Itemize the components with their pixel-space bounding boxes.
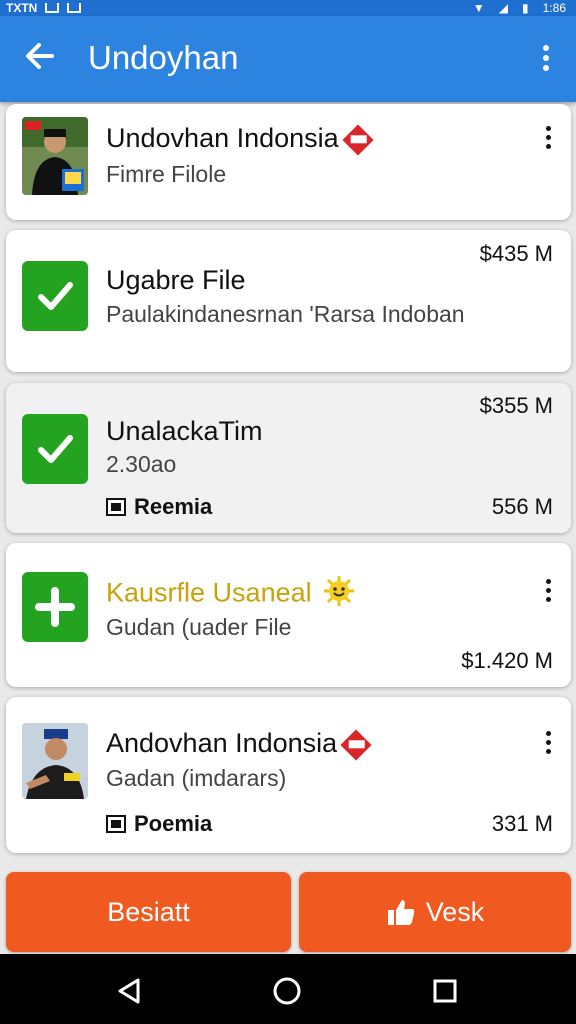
item-price: $355 M — [479, 393, 553, 418]
status-bar: TXTN ▼ ◢ ▮ 1:86 — [0, 0, 576, 16]
right-action-label: Vesk — [425, 896, 485, 927]
item-subtitle: Gudan (uader File — [106, 614, 292, 640]
app-bar: Undoyhan — [0, 16, 576, 102]
nav-home-icon[interactable] — [272, 976, 302, 1006]
thumbs-up-icon — [387, 900, 414, 925]
item-size: 331 M — [491, 811, 553, 836]
back-arrow-icon[interactable] — [22, 38, 58, 74]
item-price: $1.420 M — [461, 648, 553, 673]
item-menu-icon[interactable] — [543, 731, 553, 757]
left-action-label: Besiatt — [107, 896, 190, 927]
status-left-text: TXTN — [6, 1, 38, 15]
item-subtitle: Paulakindanesrnan 'Rarsa Indoban — [106, 301, 465, 327]
media-icon — [106, 815, 126, 833]
item-subtitle: Gadan (imdarars) — [106, 765, 287, 791]
item-meta: Poemia — [134, 811, 213, 836]
list-item[interactable]: $355 M UnalackaTim 2.30ao Reemia 556 M — [6, 383, 571, 533]
notification-icon — [45, 3, 60, 13]
profile-thumbnail — [22, 117, 88, 195]
check-icon — [22, 261, 88, 331]
checkbox-notification-icon — [67, 3, 82, 13]
item-subtitle: Fimre Filole — [106, 161, 227, 187]
item-title: Andovhan Indonsia — [106, 728, 338, 758]
item-title: Ugabre File — [106, 265, 246, 295]
item-title: UnalackaTim — [106, 416, 263, 446]
item-size: 556 M — [491, 494, 553, 519]
sun-emoji-icon — [323, 575, 355, 614]
profile-thumbnail — [22, 723, 88, 799]
wifi-icon: ▼ — [472, 1, 485, 15]
list-item[interactable]: Kausrfle Usaneal Gudan (uader File $1.42… — [6, 543, 571, 687]
item-title: Undovhan Indonsia — [106, 123, 339, 153]
item-subtitle: 2.30ao — [106, 451, 177, 477]
check-icon — [22, 414, 88, 484]
premium-badge-icon — [342, 124, 374, 156]
left-action-button[interactable]: Besiatt — [6, 872, 291, 952]
item-title: Kausrfle Usaneal — [106, 577, 312, 608]
item-menu-icon[interactable] — [543, 579, 553, 605]
nav-back-icon[interactable] — [114, 976, 144, 1006]
item-menu-icon[interactable] — [543, 126, 553, 152]
list-item[interactable]: $435 M Ugabre File Paulakindanesrnan 'Ra… — [6, 230, 571, 372]
list-item[interactable]: Undovhan Indonsia Fimre Filole — [6, 104, 571, 220]
page-title: Undoyhan — [88, 39, 239, 76]
nav-recents-icon[interactable] — [432, 978, 458, 1004]
right-action-button[interactable]: Vesk — [299, 872, 571, 952]
overflow-menu-icon[interactable] — [536, 42, 556, 74]
item-meta: Reemia — [134, 494, 213, 519]
premium-badge-icon — [340, 729, 372, 761]
status-time: 1:86 — [542, 1, 566, 15]
plus-icon — [22, 572, 88, 642]
media-icon — [106, 498, 126, 516]
system-navigation-bar — [0, 954, 576, 1024]
list-item[interactable]: Andovhan Indonsia Gadan (imdarars) Poemi… — [6, 697, 571, 853]
signal-icon: ◢ — [498, 1, 509, 15]
battery-icon: ▮ — [522, 1, 529, 15]
item-price: $435 M — [479, 241, 553, 266]
